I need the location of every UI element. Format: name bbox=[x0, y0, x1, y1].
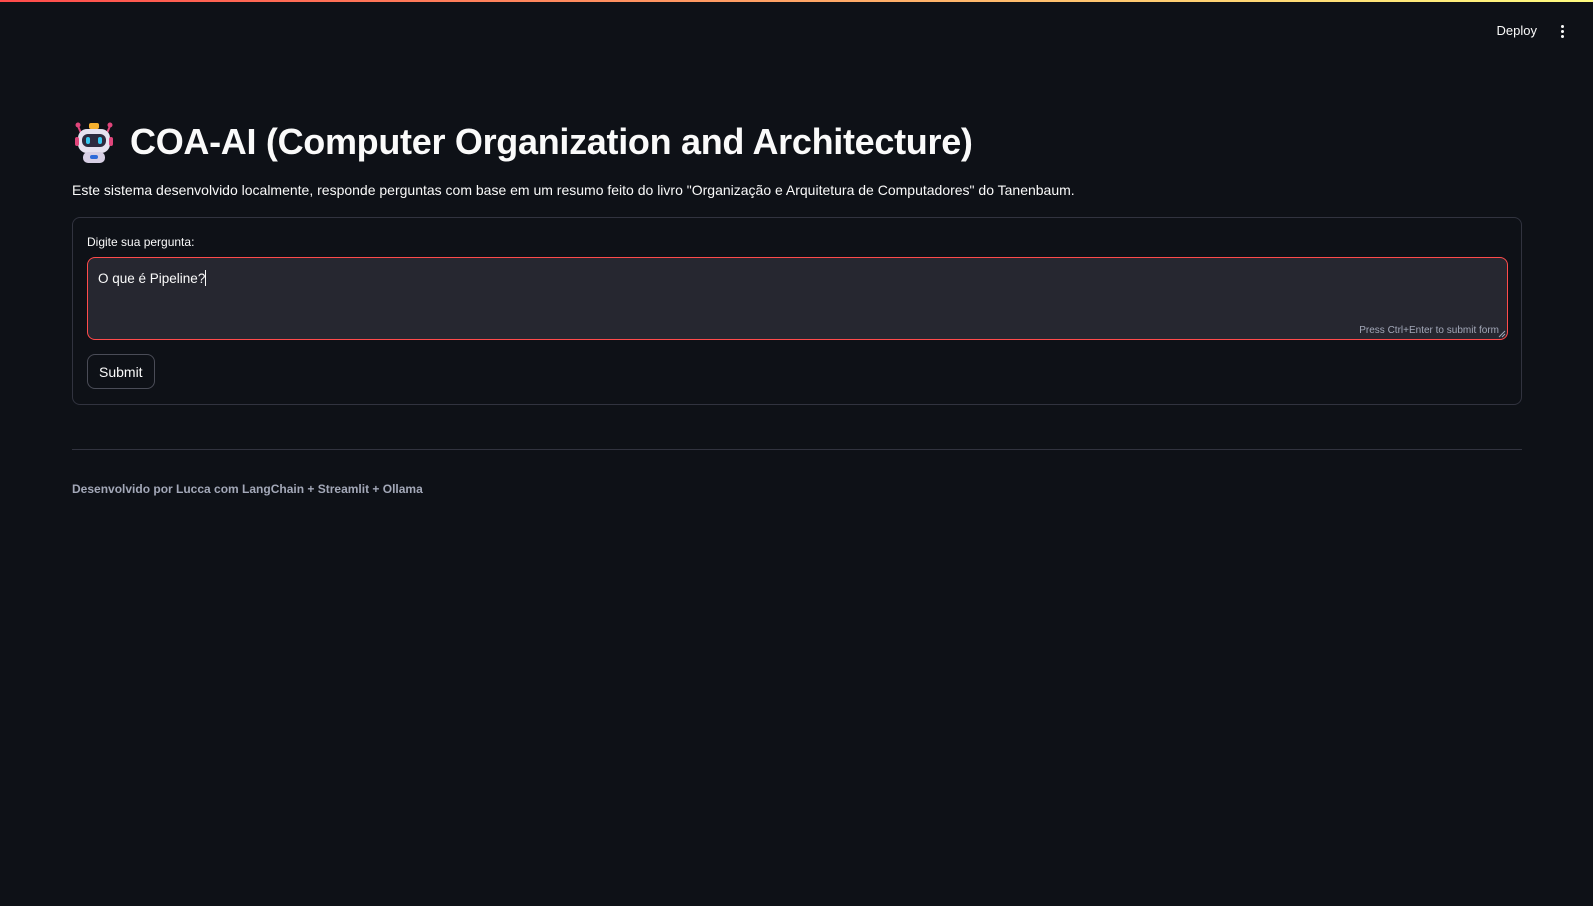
menu-dot bbox=[1560, 34, 1564, 38]
page-description: Este sistema desenvolvido localmente, re… bbox=[72, 182, 1075, 198]
submit-button[interactable]: Submit bbox=[87, 354, 155, 389]
menu-dot bbox=[1560, 24, 1564, 28]
text-caret bbox=[205, 270, 207, 286]
page-title: COA-AI (Computer Organization and Archit… bbox=[130, 121, 973, 162]
resize-handle-icon[interactable] bbox=[1498, 330, 1506, 338]
question-textarea[interactable]: O que é Pipeline? Press Ctrl+Enter to su… bbox=[87, 257, 1508, 340]
question-form: Digite sua pergunta: O que é Pipeline? P… bbox=[72, 217, 1522, 405]
robot-icon bbox=[72, 120, 116, 164]
divider bbox=[72, 449, 1522, 450]
menu-dot bbox=[1560, 29, 1564, 33]
kebab-menu-icon[interactable] bbox=[1551, 20, 1573, 42]
title-row: COA-AI (Computer Organization and Archit… bbox=[72, 112, 1522, 172]
app-header: Deploy bbox=[0, 0, 1593, 60]
main-content: COA-AI (Computer Organization and Archit… bbox=[72, 112, 1522, 496]
question-text: O que é Pipeline? bbox=[98, 271, 206, 286]
question-label: Digite sua pergunta: bbox=[87, 235, 195, 249]
footer-text: Desenvolvido por Lucca com LangChain + S… bbox=[72, 482, 423, 496]
deploy-button[interactable]: Deploy bbox=[1497, 20, 1537, 42]
submit-hint: Press Ctrl+Enter to submit form bbox=[1359, 325, 1499, 336]
